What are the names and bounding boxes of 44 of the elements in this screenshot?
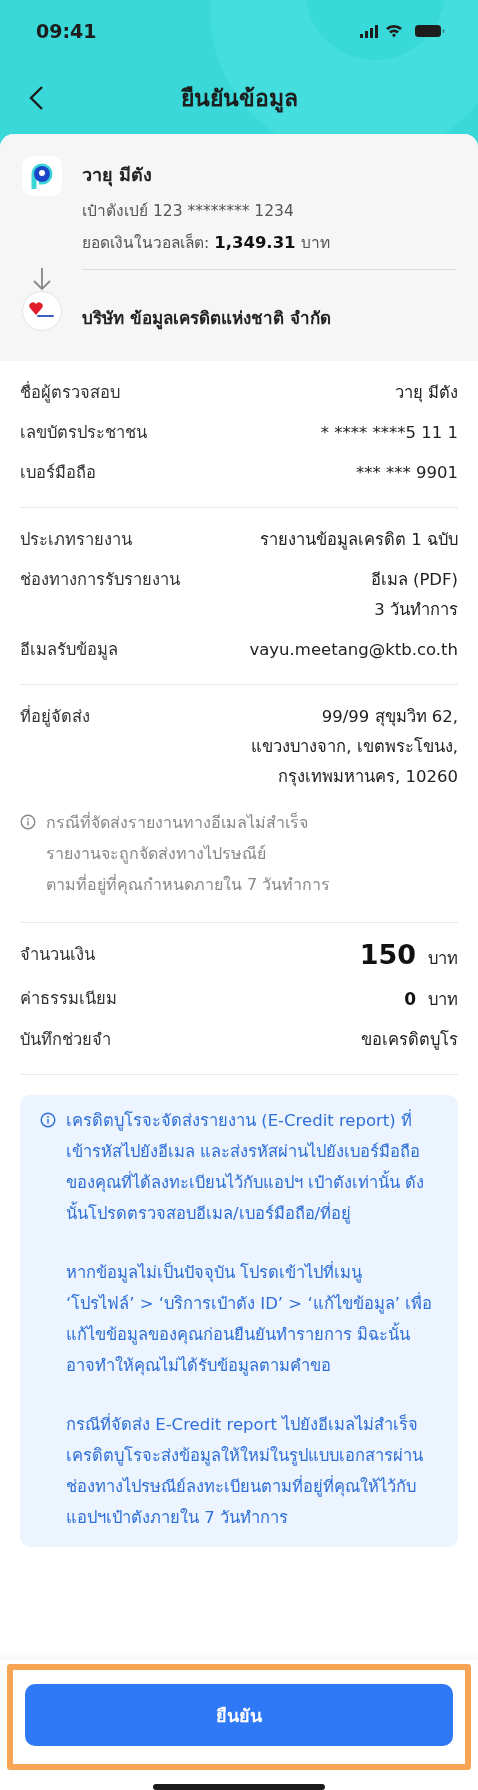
detail-value: อีเมล (PDF) — [370, 569, 458, 591]
note-text: ตามที่อยู่ที่คุณกำหนดภายใน 7 วันทำการ — [46, 873, 331, 897]
note-text: รายงานจะถูกจัดส่งทางไปรษณีย์ — [46, 843, 267, 866]
amount-value: 0 บาท — [404, 988, 458, 1011]
detail-label: ช่องทางการรับรายงาน — [20, 569, 180, 591]
detail-value: ขอเครดิตบูโร — [361, 1029, 458, 1052]
detail-label: ค่าธรรมเนียม — [20, 988, 117, 1010]
detail-value: วายุ มีตัง — [394, 382, 458, 405]
confirm-button[interactable]: ยืนยัน — [25, 1684, 453, 1746]
info-icon — [20, 814, 36, 830]
wallet-logo-icon — [22, 156, 62, 196]
detail-label: จำนวนเงิน — [20, 944, 95, 966]
detail-value: 99/99 สุขุมวิท 62, — [321, 706, 458, 729]
amount-value: 150 บาท — [359, 943, 458, 971]
info-paragraph: กรณีที่จัดส่ง E-Credit report ไปยังอีเมลไม่สำเร็จ เครดิตบูโรจะส่งข้อมูลให้ใหม่ในรูปแบบเอกสารผ่านช่องทางไปรษณีย์ลงทะเบียนตามที่อยู่ที่คุณให้ไว้กับแอปฯเป๋าตังภายใน 7 วันทำการ — [66, 1412, 424, 1529]
detail-label: เลขบัตรประชาชน — [20, 422, 147, 444]
sender-account: เป๋าตังเปย์ 123 ******** 1234 — [82, 201, 295, 222]
detail-value: vayu.meetang@ktb.co.th — [249, 639, 458, 661]
wallet-balance: ยอดเงินในวอลเล็ต: 1,349.31 บาท — [82, 232, 331, 254]
detail-label: ที่อยู่จัดส่ง — [20, 705, 90, 729]
signal-icon — [360, 25, 378, 38]
info-paragraph: หากข้อมูลไม่เป็นปัจจุบัน โปรดเข้าไปที่เมนู ‘โปรไฟล์’ > ‘บริการเป๋าตัง ID’ > ‘แก้ไขข้อมูล’ เพื่อแก้ไขข้อมูลของคุณก่อนยืนยันทำรายการ มิฉะนั้นอาจทำให้คุณไม่ได้รับข้อมูลตามคำขอ — [66, 1260, 434, 1378]
detail-label: อีเมลรับข้อมูล — [20, 639, 118, 662]
status-time: 09:41 — [36, 20, 97, 42]
detail-label: ชื่อผู้ตรวจสอบ — [20, 381, 120, 405]
battery-icon — [415, 25, 445, 37]
detail-label: บันทึกช่วยจำ — [20, 1029, 111, 1051]
arrow-down-icon — [32, 267, 52, 291]
wifi-icon — [386, 24, 402, 38]
note-text: กรณีที่จัดส่งรายงานทางอีเมลไม่สำเร็จ — [46, 811, 309, 834]
detail-label: ประเภทรายงาน — [20, 529, 132, 551]
sender-name: วายุ มีตัง — [82, 163, 154, 189]
recipient-name: บริษัท ข้อมูลเครดิตแห่งชาติ จำกัด — [82, 306, 332, 332]
detail-label: เบอร์มือถือ — [20, 462, 96, 484]
credit-bureau-logo-icon — [22, 291, 62, 331]
page-title: ยืนยันข้อมูล — [180, 84, 298, 115]
info-paragraph: เครดิตบูโรจะจัดส่งรายงาน (E-Credit report) ที่เข้ารหัสไปยังอีเมล และส่งรหัสผ่านไปยังเบอร์มือถือของคุณที่ได้ลงทะเบียนไว้กับแอปฯ เป๋าตังเท่านั้น ดังนั้นโปรดตรวจสอบอีเมล/เบอร์มือถือ/ที่อยู่ — [66, 1108, 426, 1226]
detail-value: 3 วันทำการ — [374, 599, 458, 621]
detail-value: แขวงบางจาก, เขตพระโขนง, — [251, 736, 458, 758]
detail-value: * **** ****5 11 1 — [320, 422, 458, 444]
info-icon — [40, 1112, 56, 1128]
detail-value: รายงานข้อมูลเครดิต 1 ฉบับ — [260, 529, 458, 552]
detail-value: *** *** 9901 — [356, 462, 458, 484]
detail-value: กรุงเทพมหานคร, 10260 — [278, 766, 458, 789]
